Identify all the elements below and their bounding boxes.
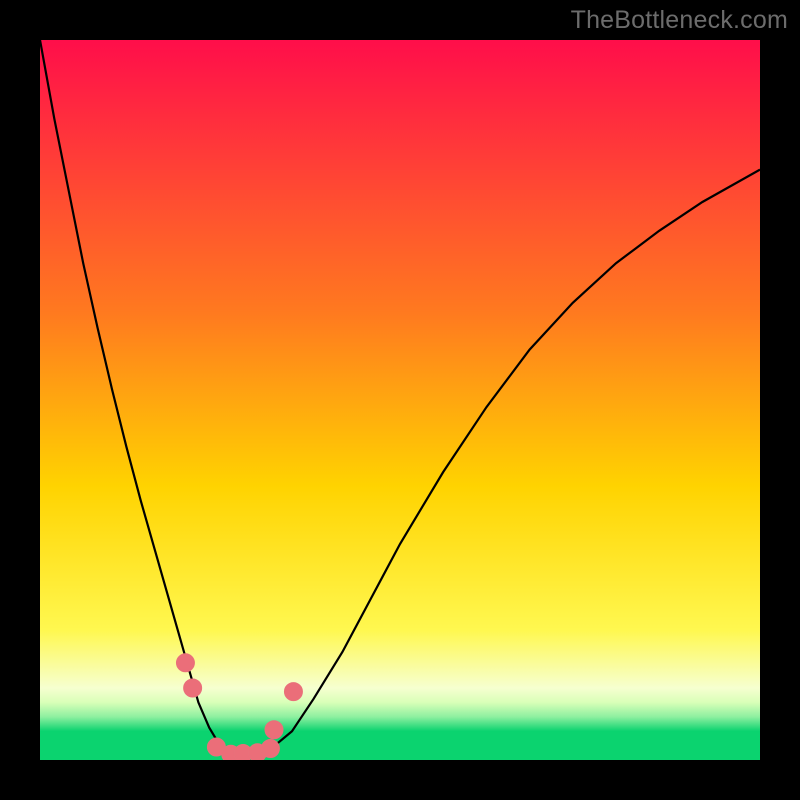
dot-1: [176, 654, 194, 672]
plot-area: [40, 40, 760, 760]
dot-2: [184, 679, 202, 697]
gradient-background: [40, 40, 760, 760]
chart-svg: [40, 40, 760, 760]
dot-8: [265, 721, 283, 739]
dot-7: [261, 739, 279, 757]
watermark-text: TheBottleneck.com: [571, 6, 788, 35]
dot-9: [284, 683, 302, 701]
chart-frame: TheBottleneck.com: [0, 0, 800, 800]
